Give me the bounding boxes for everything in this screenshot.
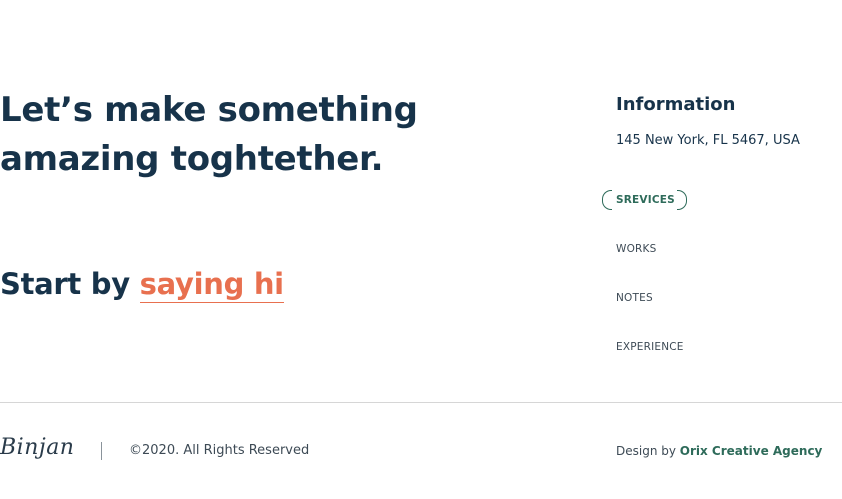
nav-item-notes[interactable]: NOTES: [600, 288, 687, 308]
footer-divider: [0, 402, 842, 403]
design-credit: Design by Orix Creative Agency: [616, 441, 822, 461]
signature-logo: Binjan: [0, 435, 75, 460]
nav-item-experience[interactable]: EXPERIENCE: [600, 337, 687, 357]
side-navigation: SREVICES WORKS NOTES EXPERIENCE: [600, 190, 687, 386]
agency-link[interactable]: Orix Creative Agency: [680, 444, 823, 458]
start-prompt-prefix: Start by: [0, 267, 140, 301]
information-heading: Information: [616, 94, 736, 115]
copyright-text: ©2020. All Rights Reserved: [129, 443, 310, 458]
footer-separator: [101, 442, 102, 460]
hero-headline: Let’s make something amazing toghtether.: [0, 86, 500, 184]
design-credit-prefix: Design by: [616, 444, 680, 458]
hero-headline-line-1: Let’s make something: [0, 90, 418, 130]
say-hi-link[interactable]: saying hi: [139, 267, 284, 303]
start-prompt: Start by saying hi: [0, 262, 284, 306]
address-text: 145 New York, FL 5467, USA: [616, 133, 800, 148]
hero-headline-line-2: amazing toghtether.: [0, 139, 384, 179]
nav-item-works[interactable]: WORKS: [600, 239, 687, 259]
nav-item-services[interactable]: SREVICES: [600, 190, 687, 210]
